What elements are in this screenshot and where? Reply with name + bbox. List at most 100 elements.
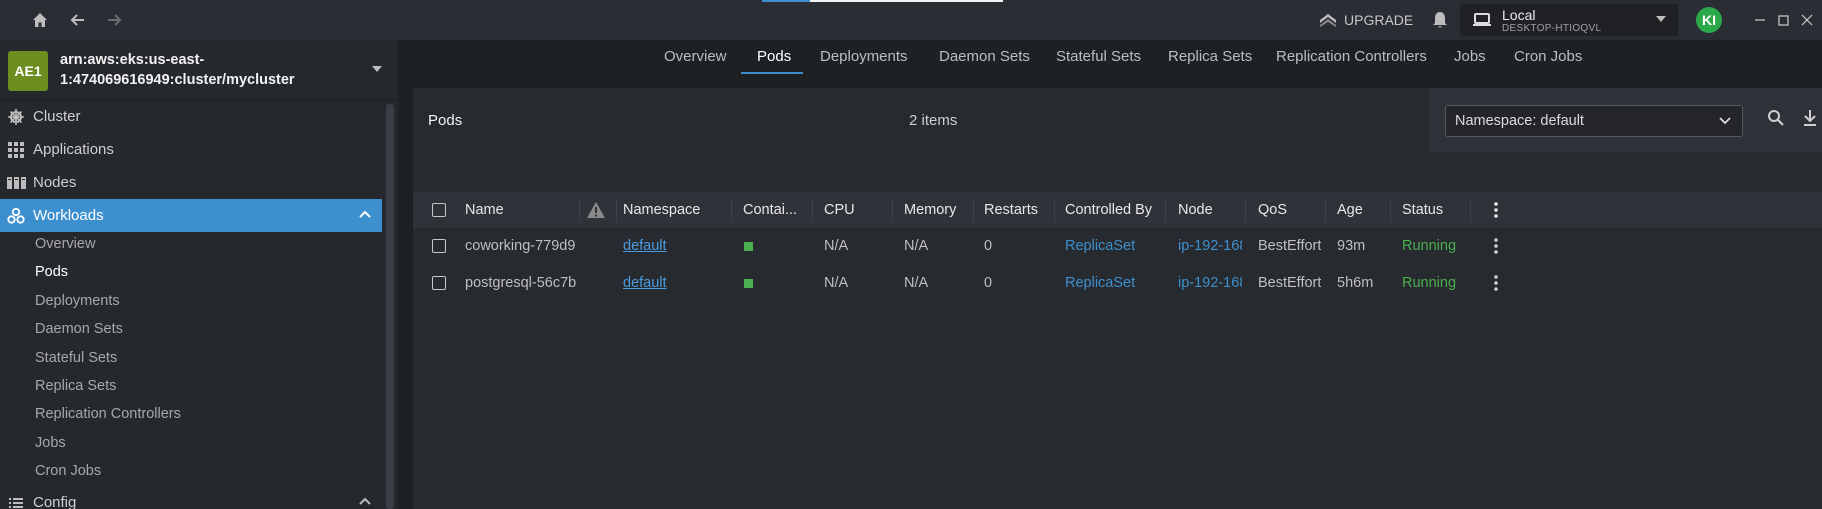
close-icon[interactable]	[1797, 10, 1817, 30]
cluster-name: arn:aws:eks:us-east-1:474069616949:clust…	[60, 52, 295, 88]
namespace-select-value: Namespace: default	[1455, 113, 1584, 129]
tab-overview[interactable]: Overview	[664, 48, 727, 65]
context-host: DESKTOP-HTIOQVL	[1502, 23, 1602, 34]
sidebar-subitem-replication-controllers[interactable]: Replication Controllers	[35, 406, 181, 422]
maximize-icon[interactable]	[1773, 10, 1793, 30]
column-memory[interactable]: Memory	[904, 202, 956, 218]
tab-daemon-sets[interactable]: Daemon Sets	[939, 48, 1030, 65]
cell-name: coworking-779d9	[465, 238, 576, 254]
cell-namespace-link[interactable]: default	[623, 238, 667, 254]
column-name[interactable]: Name	[465, 202, 504, 218]
tab-replication-controllers[interactable]: Replication Controllers	[1276, 48, 1427, 65]
sidebar-subitem-replica-sets[interactable]: Replica Sets	[35, 378, 116, 394]
table-row[interactable]: postgresql-56c7b default N/A N/A 0 Repli…	[413, 265, 1822, 301]
tab-replica-sets[interactable]: Replica Sets	[1168, 48, 1252, 65]
container-status-indicator	[744, 279, 753, 288]
chevron-up-icon[interactable]	[358, 209, 372, 219]
top-bar: UPGRADE Local DESKTOP-HTIOQVL KI	[0, 0, 1822, 40]
row-menu-icon[interactable]	[1487, 274, 1505, 292]
column-containers[interactable]: Contai...	[743, 202, 797, 218]
sidebar-item-label: Config	[33, 494, 77, 509]
select-all-checkbox[interactable]	[432, 203, 446, 217]
sidebar-subitem-jobs[interactable]: Jobs	[35, 435, 66, 451]
tab-deployments[interactable]: Deployments	[820, 48, 908, 65]
namespace-toolbar: Namespace: default	[1429, 88, 1822, 152]
loading-bar-progress	[762, 0, 810, 2]
bell-icon[interactable]	[1428, 8, 1452, 32]
column-restarts[interactable]: Restarts	[984, 202, 1038, 218]
home-icon[interactable]	[28, 8, 52, 32]
upgrade-button[interactable]: UPGRADE	[1318, 9, 1413, 31]
tab-pods[interactable]: Pods	[757, 48, 791, 65]
row-checkbox[interactable]	[432, 276, 446, 290]
column-node[interactable]: Node	[1178, 202, 1213, 218]
tab-cron-jobs[interactable]: Cron Jobs	[1514, 48, 1582, 65]
namespace-select[interactable]: Namespace: default	[1445, 105, 1743, 137]
column-separator	[812, 200, 813, 222]
sidebar-subitem-daemon-sets[interactable]: Daemon Sets	[35, 321, 123, 337]
cell-restarts: 0	[984, 238, 993, 254]
sidebar-item-config[interactable]: Config	[0, 486, 382, 509]
table-header: Name Namespace Contai... CPU Memory Rest…	[413, 192, 1822, 228]
cell-name: postgresql-56c7b	[465, 275, 577, 291]
column-age[interactable]: Age	[1337, 202, 1363, 218]
cell-qos: BestEffort	[1258, 238, 1322, 254]
cell-status: Running	[1402, 238, 1457, 254]
sidebar-subitem-stateful-sets[interactable]: Stateful Sets	[35, 350, 117, 366]
cell-controlled-by-link[interactable]: ReplicaSet	[1065, 275, 1135, 291]
forward-arrow-icon[interactable]	[102, 8, 126, 32]
chevron-up-icon[interactable]	[358, 496, 372, 506]
active-tab-underline	[741, 72, 803, 74]
chevron-down-icon[interactable]	[372, 66, 382, 72]
context-name: Local	[1502, 7, 1536, 23]
column-separator	[973, 200, 974, 222]
column-separator	[731, 200, 732, 222]
pods-panel: Pods 2 items Namespace: default Name Nam…	[413, 88, 1822, 509]
sidebar-item-nodes[interactable]: Nodes	[0, 166, 382, 199]
sidebar-scrollbar[interactable]	[386, 104, 394, 509]
column-separator	[1470, 200, 1471, 222]
sidebar-subitem-deployments[interactable]: Deployments	[35, 293, 120, 309]
sidebar-subitem-pods[interactable]: Pods	[35, 264, 68, 280]
column-cpu[interactable]: CPU	[824, 202, 855, 218]
column-namespace[interactable]: Namespace	[623, 202, 700, 218]
search-icon[interactable]	[1767, 109, 1785, 127]
column-menu-icon[interactable]	[1487, 201, 1505, 219]
cell-cpu: N/A	[824, 238, 849, 254]
tab-stateful-sets[interactable]: Stateful Sets	[1056, 48, 1141, 65]
column-separator	[892, 200, 893, 222]
tab-jobs[interactable]: Jobs	[1454, 48, 1486, 65]
sidebar-item-cluster[interactable]: Cluster	[0, 100, 382, 133]
column-controlled-by[interactable]: Controlled By	[1065, 202, 1152, 218]
main-content: Overview Pods Deployments Daemon Sets St…	[398, 40, 1822, 509]
sidebar-item-workloads[interactable]: Workloads	[0, 199, 382, 232]
cell-node-link[interactable]: ip-192-168	[1178, 238, 1242, 254]
table-row[interactable]: coworking-779d9 default N/A N/A 0 Replic…	[413, 228, 1822, 264]
sidebar-item-applications[interactable]: Applications	[0, 133, 382, 166]
back-arrow-icon[interactable]	[66, 8, 90, 32]
download-icon[interactable]	[1801, 108, 1819, 128]
sidebar-subitem-cron-jobs[interactable]: Cron Jobs	[35, 463, 101, 479]
cell-controlled-by-link[interactable]: ReplicaSet	[1065, 238, 1135, 254]
sidebar-item-label: Applications	[33, 141, 114, 158]
column-separator	[1165, 200, 1166, 222]
minimize-icon[interactable]	[1750, 10, 1770, 30]
sidebar-item-label: Cluster	[33, 108, 81, 125]
laptop-icon	[1472, 12, 1492, 28]
column-separator	[579, 200, 580, 222]
sidebar-item-label: Workloads	[33, 207, 104, 224]
list-icon	[7, 494, 25, 509]
panel-header: Pods 2 items Namespace: default	[413, 88, 1822, 152]
context-selector[interactable]: Local DESKTOP-HTIOQVL	[1460, 4, 1678, 36]
column-qos[interactable]: QoS	[1258, 202, 1287, 218]
cell-namespace-link[interactable]: default	[623, 275, 667, 291]
user-avatar[interactable]: KI	[1696, 7, 1722, 33]
column-status[interactable]: Status	[1402, 202, 1443, 218]
row-menu-icon[interactable]	[1487, 237, 1505, 255]
cell-node-link[interactable]: ip-192-168	[1178, 275, 1242, 291]
cluster-header[interactable]: AE1 arn:aws:eks:us-east-1:474069616949:c…	[0, 40, 398, 100]
sidebar-subitem-overview[interactable]: Overview	[35, 236, 95, 252]
row-checkbox[interactable]	[432, 239, 446, 253]
column-separator	[1325, 200, 1326, 222]
column-separator	[1054, 200, 1055, 222]
